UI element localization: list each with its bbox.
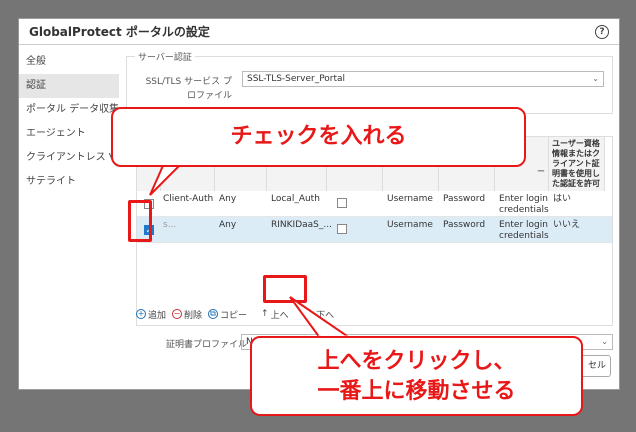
row-allow-auth: いいえ bbox=[553, 220, 581, 230]
help-icon[interactable]: ? bbox=[595, 24, 609, 39]
copy-button[interactable]: ⧉ コピー bbox=[208, 308, 247, 321]
row-allow-checkbox[interactable] bbox=[337, 224, 347, 234]
row-auth-profile: Local_Auth bbox=[271, 194, 320, 204]
table-row[interactable]: Client-Auth Any Local_Auth Username Pass… bbox=[137, 191, 612, 217]
server-auth-group: サーバー認証 SSL/TLS サービス プロファイル SSL-TLS-Serve… bbox=[126, 50, 613, 114]
chevron-down-icon: ⌄ bbox=[592, 74, 599, 83]
minus-icon: − bbox=[172, 309, 183, 319]
row-password-label: Password bbox=[443, 220, 486, 230]
sidebar: 全般 認証 ポータル データ収集 エージェント クライアントレス V サテライト bbox=[19, 46, 119, 389]
row-auth-profile: RINKIDaaS_... bbox=[271, 220, 332, 230]
header-allow-auth-col: ユーザー資格情報またはクライアント証明書を使用した認証を許可 bbox=[549, 137, 605, 191]
sidebar-item-clientless-vpn[interactable]: クライアントレス V bbox=[19, 146, 119, 170]
checkbox-highlight bbox=[128, 200, 152, 242]
copy-icon: ⧉ bbox=[208, 309, 219, 319]
add-button[interactable]: + 追加 bbox=[136, 308, 166, 321]
callout-check-text: チェックを入れる bbox=[230, 124, 407, 149]
row-allow-auth: はい bbox=[553, 194, 572, 204]
row-password-label: Password bbox=[443, 194, 486, 204]
table-row[interactable]: ✓ s... Any RINKIDaaS_... Username Passwo… bbox=[137, 217, 612, 243]
sidebar-item-portal-data-collection[interactable]: ポータル データ収集 bbox=[19, 98, 119, 122]
row-allow-checkbox[interactable] bbox=[337, 198, 347, 208]
callout-move-line2: 一番上に移動させる bbox=[317, 379, 516, 404]
callout-move-line1: 上へをクリックし、 bbox=[317, 349, 516, 374]
row-username-label: Username bbox=[387, 220, 433, 230]
ssl-tls-profile-select[interactable]: SSL-TLS-Server_Portal ⌄ bbox=[242, 71, 604, 87]
row-message: Enter login credentials bbox=[499, 220, 549, 241]
arrow-up-icon: ↑ bbox=[261, 309, 269, 319]
dialog-title: GlobalProtect ポータルの設定 bbox=[29, 25, 210, 39]
sidebar-item-agent[interactable]: エージェント bbox=[19, 122, 119, 146]
copy-button-label: コピー bbox=[220, 310, 248, 321]
add-button-label: 追加 bbox=[148, 310, 167, 321]
chevron-down-icon: ⌄ bbox=[601, 337, 608, 346]
row-message: Enter login credentials bbox=[499, 194, 549, 215]
callout-check: チェックを入れる bbox=[111, 107, 526, 167]
row-os: Any bbox=[219, 220, 237, 230]
dialog-titlebar: GlobalProtect ポータルの設定 ? bbox=[19, 19, 619, 45]
delete-button[interactable]: − 削除 bbox=[172, 308, 202, 321]
ssl-tls-profile-label: SSL/TLS サービス プロファイル bbox=[145, 77, 232, 101]
ssl-tls-profile-value: SSL-TLS-Server_Portal bbox=[247, 74, 346, 84]
server-auth-legend: サーバー認証 bbox=[135, 50, 195, 63]
plus-icon: + bbox=[136, 309, 146, 319]
row-username-label: Username bbox=[387, 194, 433, 204]
header-message-label: ー bbox=[537, 167, 545, 176]
cert-profile-label: 証明書プロファイル bbox=[166, 340, 248, 350]
sidebar-item-general[interactable]: 全般 bbox=[19, 50, 119, 74]
callout-tail-move bbox=[289, 296, 354, 339]
sidebar-item-authentication[interactable]: 認証 bbox=[19, 74, 119, 98]
callout-move: 上へをクリックし、 一番上に移動させる bbox=[250, 336, 583, 416]
row-name: s... bbox=[163, 220, 177, 230]
sidebar-item-satellite[interactable]: サテライト bbox=[19, 170, 119, 194]
delete-button-label: 削除 bbox=[184, 310, 203, 321]
row-os: Any bbox=[219, 194, 237, 204]
